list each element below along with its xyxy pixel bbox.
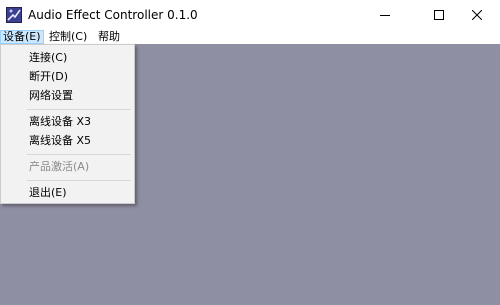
menu-control[interactable]: 控制(C) — [46, 30, 90, 44]
minimize-button[interactable] — [362, 0, 408, 30]
app-logo-icon — [6, 7, 22, 23]
menu-item-activate: 产品激活(A) — [29, 160, 90, 173]
menu-separator — [27, 180, 131, 181]
menu-separator — [27, 109, 131, 110]
menu-device[interactable]: 设备(E) — [0, 30, 44, 44]
device-dropdown-menu: 连接(C) 断开(D) 网络设置 离线设备 X3 离线设备 X5 产品激活(A)… — [0, 44, 135, 204]
title-bar[interactable]: Audio Effect Controller 0.1.0 — [0, 0, 500, 30]
menu-item-connect[interactable]: 连接(C) — [29, 51, 67, 65]
menu-bar: 设备(E) 控制(C) 帮助 — [0, 30, 500, 44]
menu-help[interactable]: 帮助 — [95, 30, 123, 44]
window-title: Audio Effect Controller 0.1.0 — [28, 8, 198, 22]
close-button[interactable] — [454, 0, 500, 30]
minimize-icon — [380, 10, 390, 20]
close-icon — [472, 10, 482, 20]
menu-separator — [27, 154, 131, 155]
menu-item-disconnect[interactable]: 断开(D) — [29, 70, 68, 84]
menu-item-offline-x3[interactable]: 离线设备 X3 — [29, 115, 91, 129]
maximize-icon — [434, 10, 444, 20]
menu-item-exit[interactable]: 退出(E) — [29, 186, 67, 200]
menu-item-network-settings[interactable]: 网络设置 — [29, 89, 73, 103]
menu-item-offline-x5[interactable]: 离线设备 X5 — [29, 134, 91, 148]
